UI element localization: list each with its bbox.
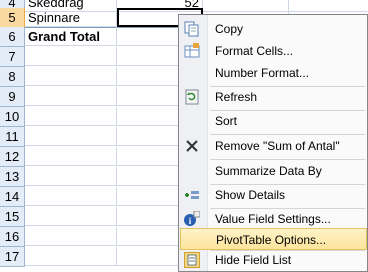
row-header[interactable]: 7 bbox=[0, 47, 25, 67]
refresh-icon bbox=[184, 89, 200, 105]
menu-item-label: Hide Field List bbox=[215, 253, 292, 267]
copy-icon bbox=[184, 21, 200, 37]
menu-item-copy[interactable]: Copy bbox=[180, 18, 367, 40]
menu-item-label: PivotTable Options... bbox=[216, 233, 327, 247]
row-header[interactable]: 16 bbox=[0, 227, 25, 247]
field-list-icon bbox=[184, 252, 200, 268]
menu-item-label: Value Field Settings... bbox=[215, 212, 331, 226]
cell-a6-grand-total[interactable]: Grand Total bbox=[25, 27, 117, 46]
cell[interactable] bbox=[25, 127, 117, 146]
menu-item-label: Summarize Data By bbox=[215, 164, 322, 178]
menu-item-label: Show Details bbox=[215, 188, 286, 202]
menu-item-number-format[interactable]: Number Format... bbox=[180, 62, 367, 84]
row-header[interactable]: 13 bbox=[0, 167, 25, 187]
menu-item-pivottable-options[interactable]: PivotTable Options... bbox=[180, 228, 367, 250]
remove-x-icon bbox=[184, 138, 200, 154]
row-header[interactable]: 6 bbox=[0, 27, 25, 47]
row-header[interactable]: 12 bbox=[0, 147, 25, 167]
cell-a5[interactable]: Spinnare bbox=[25, 8, 117, 27]
row-header[interactable]: 5 bbox=[0, 8, 25, 28]
info-icon: i bbox=[184, 210, 201, 227]
cell[interactable] bbox=[25, 247, 117, 266]
menu-item-label: Sort bbox=[215, 114, 238, 128]
row-header[interactable]: 15 bbox=[0, 207, 25, 227]
menu-item-label: Remove "Sum of Antal" bbox=[215, 139, 340, 153]
format-cells-icon bbox=[184, 43, 200, 59]
cell[interactable] bbox=[25, 227, 117, 246]
menu-item-refresh[interactable]: Refresh bbox=[180, 86, 367, 108]
cell[interactable] bbox=[25, 147, 117, 166]
menu-item-sort[interactable]: Sort bbox=[180, 110, 367, 132]
cell[interactable] bbox=[25, 187, 117, 206]
row-header[interactable]: 8 bbox=[0, 67, 25, 87]
context-menu: Copy Format Cells... Number Format... Re… bbox=[178, 14, 368, 272]
cell[interactable] bbox=[25, 87, 117, 106]
cell[interactable] bbox=[25, 107, 117, 126]
cell[interactable] bbox=[25, 67, 117, 86]
menu-item-format-cells[interactable]: Format Cells... bbox=[180, 40, 367, 62]
cell[interactable] bbox=[25, 47, 117, 66]
row-header[interactable]: 10 bbox=[0, 107, 25, 127]
row-header[interactable]: 11 bbox=[0, 127, 25, 147]
menu-item-remove-field[interactable]: Remove "Sum of Antal" bbox=[180, 135, 367, 157]
cell[interactable] bbox=[25, 207, 117, 226]
menu-item-summarize-data-by[interactable]: Summarize Data By bbox=[180, 160, 367, 182]
menu-item-label: Format Cells... bbox=[215, 44, 294, 58]
cell[interactable] bbox=[25, 167, 117, 186]
menu-item-value-field-settings[interactable]: i Value Field Settings... bbox=[180, 208, 367, 230]
show-details-icon bbox=[184, 187, 200, 203]
menu-item-show-details[interactable]: Show Details bbox=[180, 184, 367, 206]
menu-item-label: Refresh bbox=[215, 90, 258, 104]
menu-item-label: Copy bbox=[215, 22, 244, 36]
menu-item-label: Number Format... bbox=[215, 66, 310, 80]
menu-item-hide-field-list[interactable]: Hide Field List bbox=[180, 249, 367, 271]
row-header[interactable]: 9 bbox=[0, 87, 25, 107]
row-header[interactable]: 14 bbox=[0, 187, 25, 207]
row-header[interactable]: 17 bbox=[0, 247, 25, 267]
